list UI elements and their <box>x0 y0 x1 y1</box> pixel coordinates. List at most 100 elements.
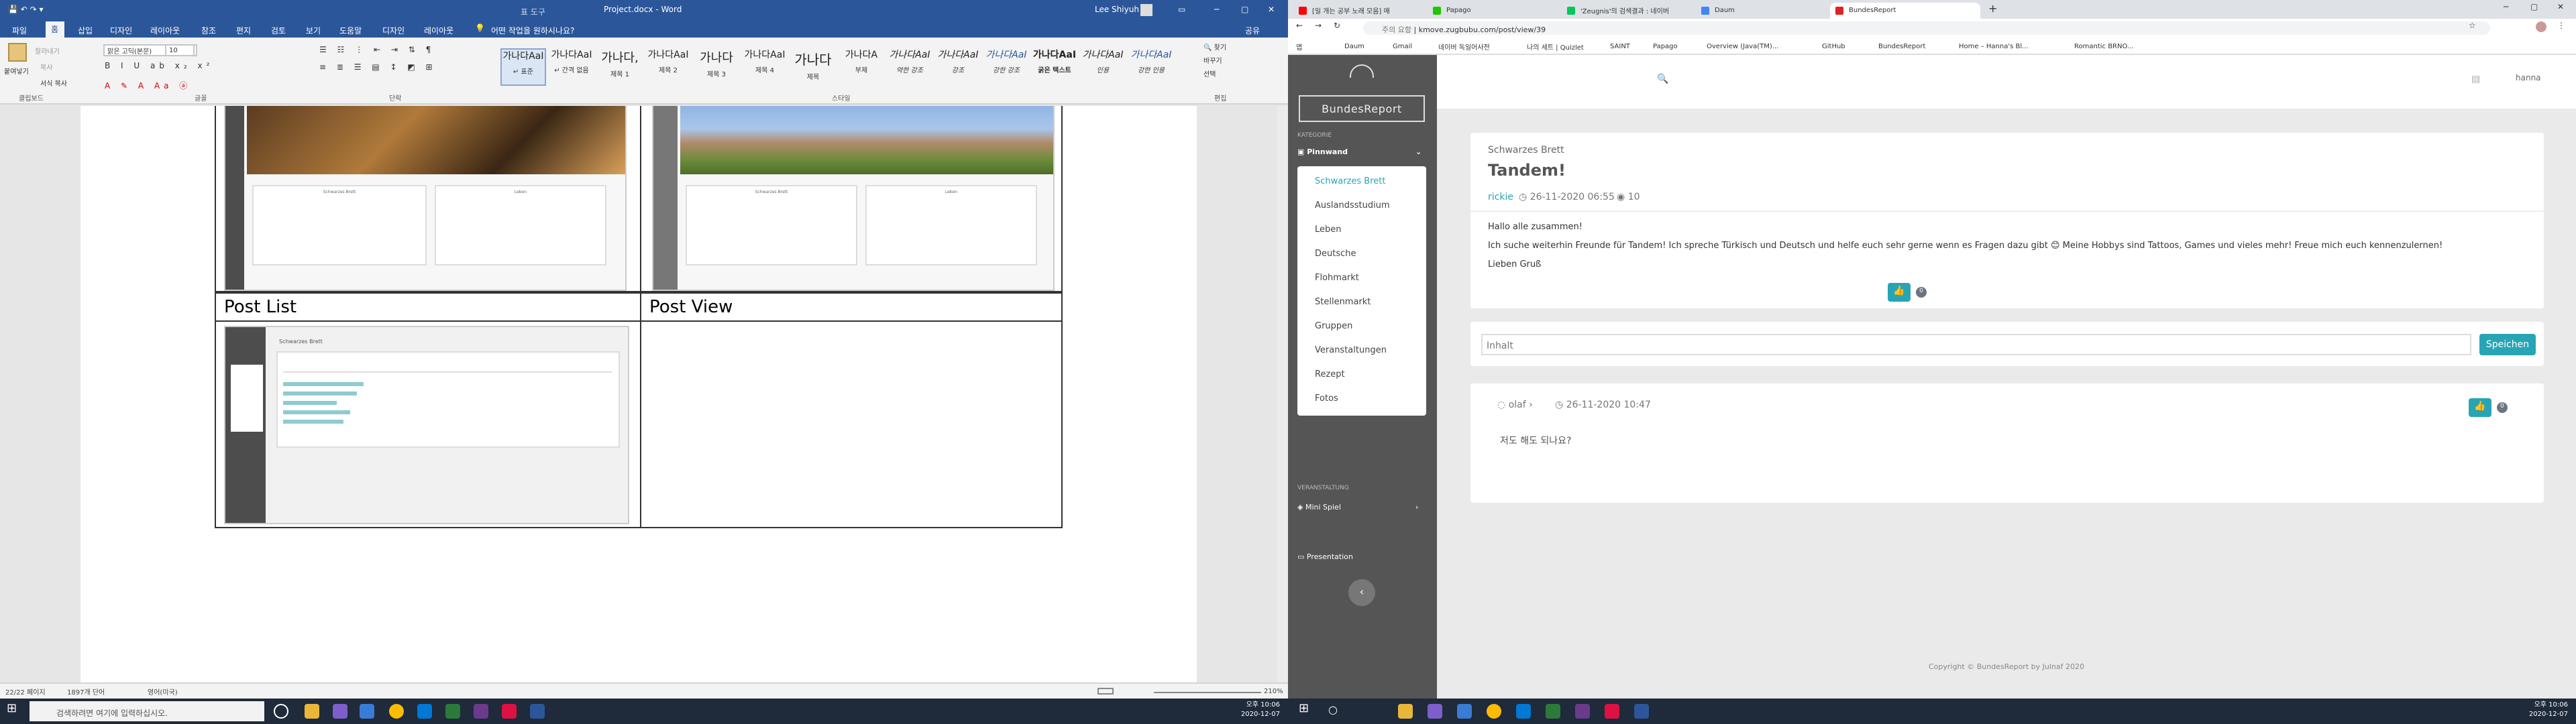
style-strong[interactable]: 가나다AaI 굵은 텍스트 <box>1032 48 1077 86</box>
style-title[interactable]: 가나다 제목 <box>790 48 836 86</box>
post-list-heading[interactable]: Post List <box>215 292 641 322</box>
read-mode-icon[interactable] <box>1097 688 1114 695</box>
bookmark[interactable]: BundesReport <box>1878 43 1925 51</box>
tab-help[interactable]: 도움말 <box>339 24 362 36</box>
table-cell-thumb-1[interactable]: Schwarzes Brett Leben <box>215 106 641 292</box>
submenu-item-leben[interactable]: Leben <box>1315 224 1342 235</box>
style-intense-emphasis[interactable]: 가나다AaI 강한 강조 <box>983 48 1029 86</box>
style-subtitle[interactable]: 가나다A 부제 <box>839 48 884 86</box>
close-icon[interactable]: ✕ <box>1268 5 1275 15</box>
app-icon[interactable] <box>1605 704 1619 719</box>
find-button[interactable]: 🔍 찾기 <box>1203 43 1226 52</box>
grid-menu-icon[interactable]: ▤ <box>2471 74 2480 84</box>
format-painter-button[interactable]: 서식 복사 <box>40 79 67 88</box>
bookmark-apps[interactable]: 앱 <box>1296 43 1302 52</box>
list-icons[interactable]: ☰ ☷ ⋮ ⇤ ⇥ ⇅ ¶ <box>319 46 435 55</box>
scrollbar[interactable] <box>1277 106 1288 682</box>
tab-view[interactable]: 보기 <box>306 24 321 36</box>
paste-button[interactable]: 붙여넣기 <box>4 67 29 76</box>
style-heading-2[interactable]: 가나다AaI 제목 2 <box>645 48 691 86</box>
bookmark[interactable]: Romantic BRNO... <box>2074 43 2134 51</box>
select-button[interactable]: 선택 <box>1203 70 1216 79</box>
word-icon[interactable] <box>1634 704 1649 719</box>
style-heading-3[interactable]: 가나다 제목 3 <box>694 48 739 86</box>
bookmark[interactable]: SAINT <box>1610 43 1630 51</box>
nav-mini-spiel[interactable]: ◈ Mini Spiel › <box>1297 504 1418 512</box>
close-icon[interactable]: ✕ <box>2557 3 2564 12</box>
minimize-icon[interactable]: ─ <box>1214 5 1219 15</box>
back-icon[interactable]: ← <box>1296 21 1303 31</box>
style-emphasis[interactable]: 가나다AaI 강조 <box>935 48 981 86</box>
submenu-item-gruppen[interactable]: Gruppen <box>1315 320 1352 331</box>
app-icon[interactable] <box>474 704 488 719</box>
taskbar-clock[interactable]: 오후 10:06 2020-12-07 <box>2529 701 2568 720</box>
taskbar-clock[interactable]: 오후 10:06 2020-12-07 <box>1241 701 1280 720</box>
chrome-icon[interactable] <box>389 704 404 719</box>
browser-tab[interactable]: [일 개는 공부 노래 모음] 매 <box>1293 3 1422 19</box>
tab-home[interactable]: 홈 <box>46 21 64 39</box>
tab-references[interactable]: 참조 <box>201 24 216 36</box>
bookmark[interactable]: 나의 세트 | Quizlet <box>1527 43 1584 52</box>
post-category[interactable]: Schwarzes Brett <box>1488 145 1564 156</box>
submenu-item-auslandsstudium[interactable]: Auslandsstudium <box>1315 200 1390 210</box>
site-logo[interactable]: BundesReport <box>1299 95 1425 122</box>
search-icon[interactable]: ○ <box>1328 704 1338 716</box>
minimize-icon[interactable]: ─ <box>2504 3 2508 12</box>
app-icon[interactable] <box>1546 704 1560 719</box>
bookmark[interactable]: Daum <box>1344 43 1364 51</box>
star-icon[interactable]: ☆ <box>2469 21 2476 31</box>
bookmark[interactable]: Gmail <box>1393 43 1412 51</box>
submenu-item-deutsche[interactable]: Deutsche <box>1315 248 1356 259</box>
submenu-item-stellenmarkt[interactable]: Stellenmarkt <box>1315 296 1371 307</box>
save-icon[interactable]: 💾 ↶ ↷ ▾ <box>8 5 44 15</box>
collapse-sidebar-button[interactable]: ‹ <box>1348 579 1375 606</box>
tab-design[interactable]: 디자인 <box>110 24 132 36</box>
browser-tab[interactable]: Daum <box>1696 3 1825 19</box>
save-button[interactable]: Speichen <box>2479 334 2536 355</box>
cortana-icon[interactable] <box>274 704 288 719</box>
table-cell-post-list[interactable]: Schwarzes Brett <box>215 320 641 528</box>
style-normal[interactable]: 가나다AaI ↵ 표준 <box>500 48 546 86</box>
language[interactable]: 영어(미국) <box>148 688 178 697</box>
nav-presentation[interactable]: ▭ Presentation <box>1297 554 1353 562</box>
profile-avatar[interactable] <box>2536 21 2546 32</box>
style-no-spacing[interactable]: 가나다AaI ↵ 간격 없음 <box>549 48 594 86</box>
zoom-slider[interactable] <box>1154 692 1261 693</box>
tell-me-input[interactable]: 어떤 작업을 원하시나요? <box>491 24 574 36</box>
app-icon[interactable] <box>1575 704 1590 719</box>
post-author[interactable]: rickie <box>1488 192 1513 202</box>
avatar[interactable] <box>1140 4 1152 16</box>
tab-insert[interactable]: 삽입 <box>78 24 93 36</box>
paste-icon[interactable] <box>8 43 27 62</box>
bookmark[interactable]: Home – Hanna's Bl... <box>1959 43 2029 51</box>
file-explorer-icon[interactable] <box>305 704 319 719</box>
font-format-icons[interactable]: B I U ab x₂ x² <box>105 62 213 71</box>
tab-review[interactable]: 검토 <box>271 24 286 36</box>
browser-tab-active[interactable]: BundesReport <box>1830 3 1980 19</box>
windows-start-icon[interactable]: ⊞ <box>1299 703 1309 716</box>
chrome-icon[interactable] <box>1487 704 1501 719</box>
replace-button[interactable]: 바꾸기 <box>1203 56 1222 66</box>
windows-start-icon[interactable]: ⊞ <box>7 703 20 717</box>
style-intense-quote[interactable]: 가나다AaI 강한 인용 <box>1128 48 1174 86</box>
style-quote[interactable]: 가나다AaI 인용 <box>1080 48 1126 86</box>
bookmark[interactable]: Overview (Java(TM)... <box>1707 43 1778 51</box>
bookmark[interactable]: Papago <box>1653 43 1678 51</box>
visual-studio-icon[interactable] <box>333 704 347 719</box>
page-count[interactable]: 22/22 페이지 <box>5 688 46 697</box>
nav-pinnwand[interactable]: ▣ Pinnwand ⌄ <box>1297 149 1421 157</box>
font-color-icons[interactable]: A ✎ A Aa ⓐ <box>105 79 191 91</box>
word-icon[interactable] <box>530 704 545 719</box>
submenu-item-flohmarkt[interactable]: Flohmarkt <box>1315 272 1359 283</box>
search-icon[interactable]: 🔍 <box>1657 74 1668 84</box>
app-icon[interactable] <box>502 704 517 719</box>
word-count[interactable]: 1897개 단어 <box>67 688 105 697</box>
font-size-select[interactable]: 10 <box>165 44 195 56</box>
browser-tab[interactable]: Papago <box>1428 3 1556 19</box>
security-icon[interactable] <box>1457 704 1472 719</box>
taskbar-search-input[interactable]: 검색하려면 여기에 입력하십시오. <box>30 701 264 721</box>
visual-studio-icon[interactable] <box>1428 704 1442 719</box>
tab-table-design[interactable]: 디자인 <box>382 24 405 36</box>
submenu-item-schwarzes-brett[interactable]: Schwarzes Brett <box>1315 176 1386 186</box>
app-icon[interactable] <box>445 704 460 719</box>
